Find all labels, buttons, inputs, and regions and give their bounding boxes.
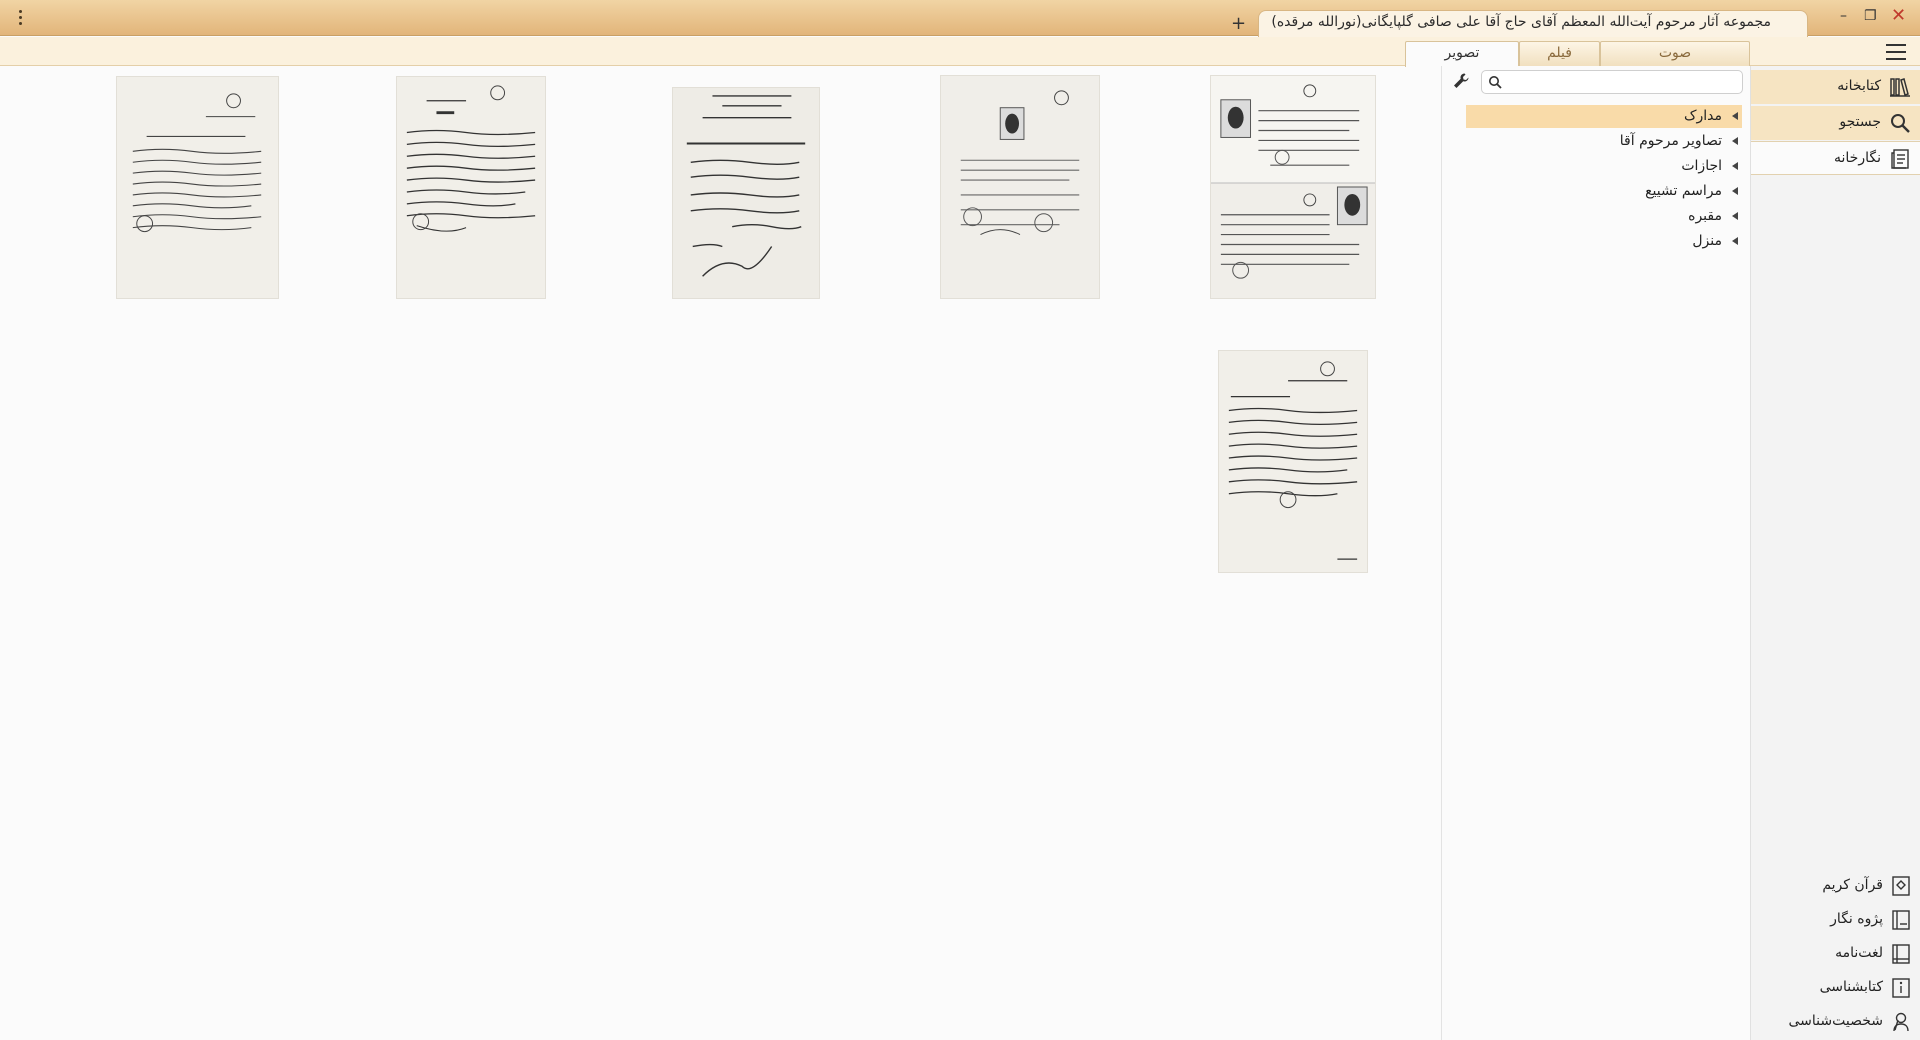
quran-icon bbox=[1892, 876, 1910, 896]
tree-item-label: اجازات bbox=[1681, 158, 1722, 174]
info-book-icon bbox=[1892, 978, 1910, 998]
document-thumbnail[interactable] bbox=[1218, 350, 1368, 573]
nav-library[interactable]: کتابخانه bbox=[1751, 70, 1920, 104]
document-thumbnail[interactable] bbox=[672, 87, 820, 299]
notes-icon bbox=[1892, 910, 1910, 930]
wrench-icon[interactable] bbox=[1452, 72, 1470, 90]
expand-arrow-icon[interactable] bbox=[1732, 112, 1738, 120]
search-input[interactable] bbox=[1506, 73, 1736, 91]
tree-item-house[interactable]: منزل bbox=[1466, 230, 1742, 253]
expand-arrow-icon[interactable] bbox=[1732, 137, 1738, 145]
tab-video[interactable]: فیلم bbox=[1519, 41, 1600, 66]
document-tab[interactable]: مجموعه آثار مرحوم آیت‌الله المعظم آقای ح… bbox=[1258, 10, 1808, 37]
tree-item-funeral[interactable]: مراسم تشییع bbox=[1466, 180, 1742, 203]
search-field[interactable] bbox=[1481, 70, 1743, 94]
tree-item-label: تصاویر مرحوم آقا bbox=[1619, 133, 1722, 149]
tree-item-label: منزل bbox=[1692, 233, 1722, 249]
kebab-menu-icon[interactable] bbox=[12, 6, 28, 28]
main-navigation: کتابخانه جستجو نگارخانه قرآن کریم پژوه ن… bbox=[1750, 66, 1920, 1040]
tree-item-label: مقبره bbox=[1688, 208, 1722, 224]
close-button[interactable]: ✕ bbox=[1891, 5, 1906, 26]
nav-search[interactable]: جستجو bbox=[1751, 106, 1920, 140]
restore-button[interactable]: ❐ bbox=[1864, 8, 1877, 24]
nav-biographies[interactable]: شخصیت‌شناسی bbox=[1751, 1008, 1920, 1036]
nav-quran[interactable]: قرآن کریم bbox=[1751, 872, 1920, 900]
tree-item-label: مراسم تشییع bbox=[1645, 183, 1722, 199]
media-tab-bar: صوت فیلم تصویر bbox=[0, 37, 1920, 67]
nav-dictionary[interactable]: لغت‌نامه bbox=[1751, 940, 1920, 968]
title-bar: + مجموعه آثار مرحوم آیت‌الله المعظم آقای… bbox=[0, 0, 1920, 37]
hamburger-menu-icon[interactable] bbox=[1886, 44, 1906, 60]
tree-item-permits[interactable]: اجازات bbox=[1466, 155, 1742, 178]
search-icon bbox=[1891, 114, 1910, 133]
minimize-button[interactable]: – bbox=[1840, 8, 1847, 24]
dictionary-icon bbox=[1892, 944, 1910, 964]
document-thumbnail[interactable] bbox=[1210, 75, 1376, 299]
document-thumbnail[interactable] bbox=[116, 76, 279, 299]
tree-item-label: مدارک bbox=[1683, 108, 1722, 124]
tree-item-tomb[interactable]: مقبره bbox=[1466, 205, 1742, 228]
tab-image[interactable]: تصویر bbox=[1405, 41, 1519, 67]
nav-bibliography[interactable]: کتابشناسی bbox=[1751, 974, 1920, 1002]
tree-item-photos[interactable]: تصاویر مرحوم آقا bbox=[1466, 130, 1742, 153]
library-icon bbox=[1890, 78, 1910, 97]
expand-arrow-icon[interactable] bbox=[1732, 237, 1738, 245]
tree-item-documents[interactable]: مدارک bbox=[1466, 105, 1742, 128]
expand-arrow-icon[interactable] bbox=[1732, 212, 1738, 220]
nav-gallery[interactable]: نگارخانه bbox=[1751, 141, 1920, 175]
tab-audio[interactable]: صوت bbox=[1600, 41, 1750, 66]
search-icon bbox=[1489, 76, 1502, 89]
expand-arrow-icon[interactable] bbox=[1732, 162, 1738, 170]
window-title: مجموعه آثار مرحوم آیت‌الله المعظم آقای ح… bbox=[1271, 14, 1771, 30]
gallery-icon bbox=[1891, 149, 1909, 169]
person-icon bbox=[1893, 1012, 1909, 1032]
new-tab-button[interactable]: + bbox=[1231, 13, 1246, 34]
expand-arrow-icon[interactable] bbox=[1732, 187, 1738, 195]
document-thumbnail[interactable] bbox=[940, 75, 1100, 299]
document-thumbnail[interactable] bbox=[396, 76, 546, 299]
nav-research-notes[interactable]: پژوه نگار bbox=[1751, 906, 1920, 934]
